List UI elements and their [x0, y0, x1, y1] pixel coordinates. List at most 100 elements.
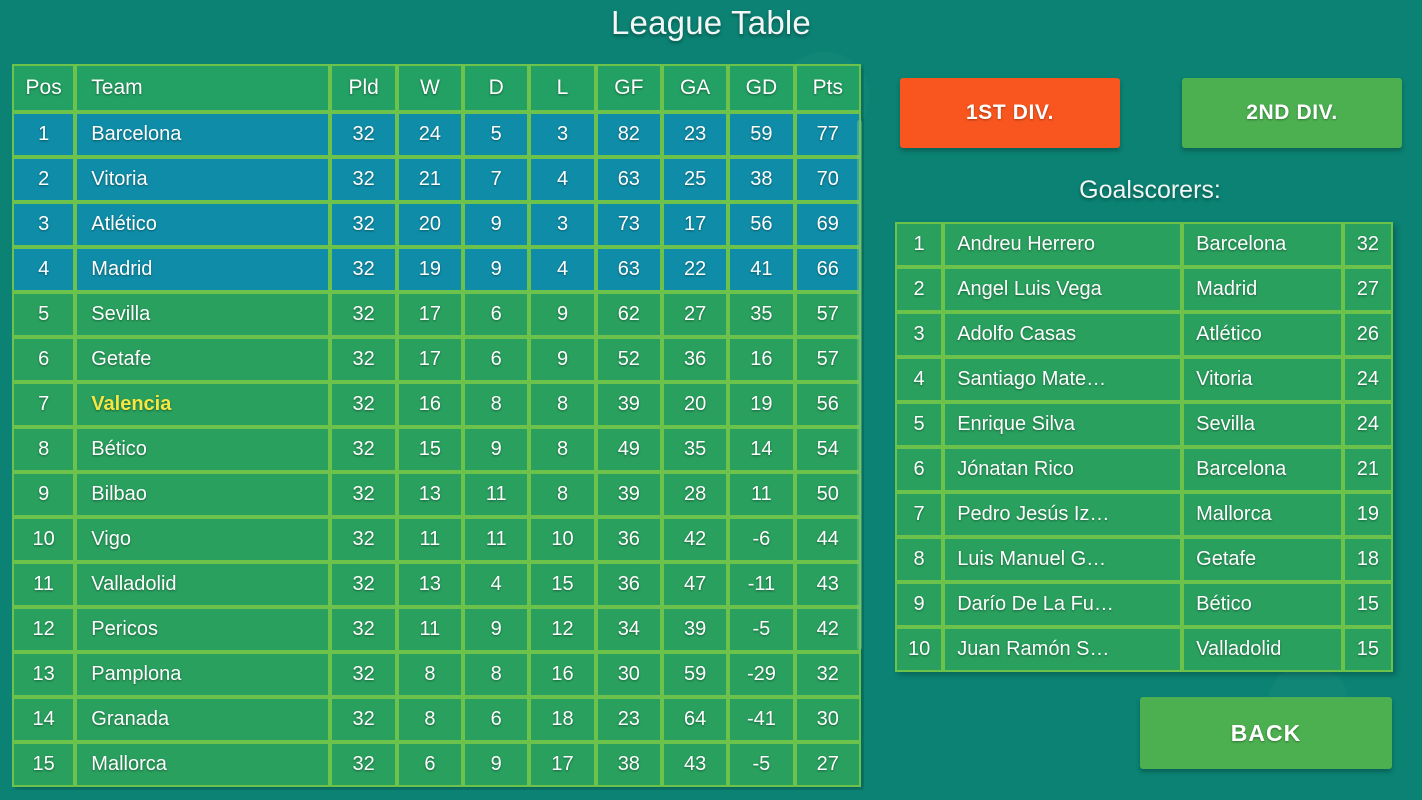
cell-l: 8: [529, 472, 596, 517]
cell-goals: 24: [1342, 402, 1393, 447]
cell-pos: 3: [12, 202, 76, 247]
cell-rank: 5: [895, 402, 944, 447]
cell-player: Luis Manuel G…: [943, 537, 1183, 582]
cell-team: Barcelona: [1182, 222, 1343, 267]
cell-goals: 19: [1342, 492, 1393, 537]
cell-gf: 39: [595, 382, 662, 427]
cell-gd: 59: [728, 112, 795, 157]
table-row[interactable]: 13 Pamplona 32 8 8 16 30 59 -29 32: [12, 652, 861, 697]
table-row[interactable]: 4 Madrid 32 19 9 4 63 22 41 66: [12, 247, 861, 292]
cell-rank: 3: [895, 312, 944, 357]
league-table-scroll-area[interactable]: Pos Team Pld W D L GF GA GD Pts 1 Barcelo…: [12, 64, 864, 790]
cell-pld: 32: [330, 742, 397, 787]
page-title: League Table: [611, 4, 811, 41]
cell-team: Sevilla: [1182, 402, 1343, 447]
table-row[interactable]: 5 Sevilla 32 17 6 9 62 27 35 57: [12, 292, 861, 337]
cell-pos: 10: [12, 517, 76, 562]
cell-pld: 32: [330, 517, 397, 562]
cell-gf: 49: [595, 427, 662, 472]
column-header-team: Team: [75, 64, 331, 112]
cell-gd: 16: [728, 337, 795, 382]
cell-ga: 35: [661, 427, 729, 472]
cell-team: Atlético: [1182, 312, 1343, 357]
cell-goals: 15: [1342, 627, 1393, 672]
cell-d: 8: [463, 382, 530, 427]
cell-pos: 7: [12, 382, 76, 427]
cell-player: Enrique Silva: [943, 402, 1183, 447]
cell-l: 8: [529, 382, 596, 427]
cell-gd: 41: [728, 247, 795, 292]
column-header-gd: GD: [728, 64, 795, 112]
cell-rank: 2: [895, 267, 944, 312]
cell-rank: 4: [895, 357, 944, 402]
table-row[interactable]: 10 Vigo 32 11 11 10 36 42 -6 44: [12, 517, 861, 562]
cell-ga: 25: [661, 157, 729, 202]
cell-pos: 4: [12, 247, 76, 292]
goalscorers-list-area: 1 Andreu Herrero Barcelona 32 2 Angel Luis Ve…: [895, 222, 1395, 672]
cell-l: 3: [529, 112, 596, 157]
cell-rank: 7: [895, 492, 944, 537]
cell-rank: 6: [895, 447, 944, 492]
cell-w: 13: [396, 472, 464, 517]
second-division-button[interactable]: 2ND DIV.: [1182, 78, 1402, 148]
cell-gf: 36: [595, 562, 662, 607]
table-row[interactable]: 6 Getafe 32 17 6 9 52 36 16 57: [12, 337, 861, 382]
cell-pld: 32: [330, 292, 397, 337]
cell-pld: 32: [330, 697, 397, 742]
first-division-button[interactable]: 1ST DIV.: [900, 78, 1120, 148]
league-table-scrollbar[interactable]: [857, 120, 862, 650]
list-item[interactable]: 6 Jónatan Rico Barcelona 21: [895, 447, 1393, 492]
cell-rank: 9: [895, 582, 944, 627]
table-row[interactable]: 7 Valencia 32 16 8 8 39 20 19 56: [12, 382, 861, 427]
cell-gf: 73: [595, 202, 662, 247]
cell-d: 9: [463, 427, 530, 472]
cell-w: 17: [396, 337, 464, 382]
list-item[interactable]: 4 Santiago Mate… Vitoria 24: [895, 357, 1393, 402]
cell-gd: 35: [728, 292, 795, 337]
cell-pts: 57: [794, 337, 861, 382]
table-row[interactable]: 8 Bético 32 15 9 8 49 35 14 54: [12, 427, 861, 472]
column-header-gf: GF: [595, 64, 662, 112]
cell-ga: 47: [661, 562, 729, 607]
cell-l: 16: [529, 652, 596, 697]
cell-l: 9: [529, 292, 596, 337]
cell-pts: 57: [794, 292, 861, 337]
cell-player: Juan Ramón S…: [943, 627, 1183, 672]
cell-goals: 21: [1342, 447, 1393, 492]
cell-pos: 14: [12, 697, 76, 742]
cell-goals: 32: [1342, 222, 1393, 267]
table-row[interactable]: 9 Bilbao 32 13 11 8 39 28 11 50: [12, 472, 861, 517]
cell-pts: 44: [794, 517, 861, 562]
cell-team: Bético: [1182, 582, 1343, 627]
cell-team: Getafe: [75, 337, 331, 382]
list-item[interactable]: 9 Darío De La Fu… Bético 15: [895, 582, 1393, 627]
cell-pld: 32: [330, 472, 397, 517]
list-item[interactable]: 5 Enrique Silva Sevilla 24: [895, 402, 1393, 447]
table-row[interactable]: 11 Valladolid 32 13 4 15 36 47 -11 43: [12, 562, 861, 607]
table-row[interactable]: 2 Vitoria 32 21 7 4 63 25 38 70: [12, 157, 861, 202]
list-item[interactable]: 3 Adolfo Casas Atlético 26: [895, 312, 1393, 357]
cell-team: Valladolid: [75, 562, 331, 607]
list-item[interactable]: 7 Pedro Jesús Iz… Mallorca 19: [895, 492, 1393, 537]
cell-goals: 24: [1342, 357, 1393, 402]
cell-w: 13: [396, 562, 464, 607]
table-row[interactable]: 3 Atlético 32 20 9 3 73 17 56 69: [12, 202, 861, 247]
cell-team: Barcelona: [75, 112, 331, 157]
list-item[interactable]: 2 Angel Luis Vega Madrid 27: [895, 267, 1393, 312]
table-row[interactable]: 1 Barcelona 32 24 5 3 82 23 59 77: [12, 112, 861, 157]
list-item[interactable]: 10 Juan Ramón S… Valladolid 15: [895, 627, 1393, 672]
table-row[interactable]: 15 Mallorca 32 6 9 17 38 43 -5 27: [12, 742, 861, 787]
back-button[interactable]: BACK: [1140, 697, 1392, 769]
table-row[interactable]: 14 Granada 32 8 6 18 23 64 -41 30: [12, 697, 861, 742]
cell-rank: 10: [895, 627, 944, 672]
cell-w: 11: [396, 517, 464, 562]
cell-gd: 38: [728, 157, 795, 202]
table-row[interactable]: 12 Pericos 32 11 9 12 34 39 -5 42: [12, 607, 861, 652]
list-item[interactable]: 1 Andreu Herrero Barcelona 32: [895, 222, 1393, 267]
cell-team: Getafe: [1182, 537, 1343, 582]
cell-gf: 82: [595, 112, 662, 157]
cell-rank: 1: [895, 222, 944, 267]
table-header-row: Pos Team Pld W D L GF GA GD Pts: [12, 64, 861, 112]
list-item[interactable]: 8 Luis Manuel G… Getafe 18: [895, 537, 1393, 582]
cell-l: 17: [529, 742, 596, 787]
